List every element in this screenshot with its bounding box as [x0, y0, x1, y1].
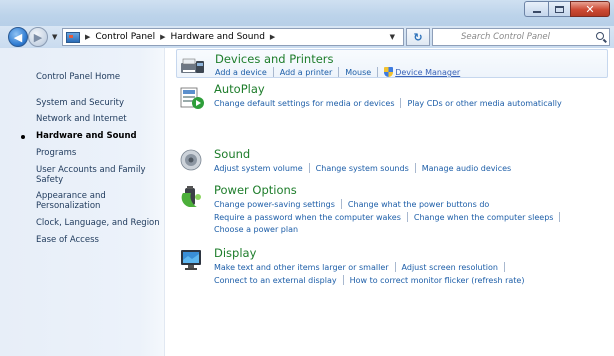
category-title[interactable]: Display — [214, 246, 256, 260]
link-add-device[interactable]: Add a device — [215, 68, 267, 77]
main-content: Devices and Printers Add a device Add a p… — [166, 48, 614, 356]
category-title[interactable]: Sound — [214, 147, 250, 161]
link-power-saving[interactable]: Change power-saving settings — [214, 200, 335, 209]
link-separator — [272, 67, 274, 77]
category-display[interactable]: Display Make text and other items larger… — [176, 246, 608, 288]
address-bar[interactable]: ▶ Control Panel ▶ Hardware and Sound ▶ ▼ — [62, 28, 404, 46]
sidebar: Control Panel Home System and Security N… — [0, 48, 165, 356]
link-separator — [338, 67, 340, 77]
maximize-icon — [549, 2, 570, 16]
category-sound[interactable]: Sound Adjust system volume Change system … — [176, 147, 608, 176]
breadcrumb-separator-icon[interactable]: ▶ — [160, 33, 165, 41]
link-text-size[interactable]: Make text and other items larger or smal… — [214, 263, 389, 272]
breadcrumb-separator-icon[interactable]: ▶ — [270, 33, 275, 41]
sidebar-item-appearance[interactable]: Appearance and Personalization — [36, 191, 128, 211]
category-autoplay[interactable]: AutoPlay Change default settings for med… — [176, 82, 608, 111]
control-panel-window: ✕ ◀ ▶ ▼ ▶ Control Panel ▶ Hardware and S… — [0, 0, 614, 356]
link-separator — [559, 212, 561, 222]
sidebar-item-clock-language-region[interactable]: Clock, Language, and Region — [36, 218, 161, 228]
back-button[interactable]: ◀ — [8, 27, 28, 47]
link-choose-power-plan[interactable]: Choose a power plan — [214, 225, 298, 234]
search-icon[interactable] — [596, 32, 604, 40]
link-add-printer[interactable]: Add a printer — [280, 68, 332, 77]
link-monitor-flicker[interactable]: How to correct monitor flicker (refresh … — [350, 276, 525, 285]
sidebar-item-hardware-and-sound[interactable]: Hardware and Sound — [36, 131, 161, 141]
display-icon — [181, 250, 201, 270]
minimize-button[interactable] — [524, 1, 548, 17]
power-options-icon — [181, 186, 201, 207]
link-power-buttons[interactable]: Change what the power buttons do — [348, 200, 489, 209]
link-change-default-settings[interactable]: Change default settings for media or dev… — [214, 99, 394, 108]
sidebar-item-network-and-internet[interactable]: Network and Internet — [36, 114, 161, 124]
link-computer-sleeps[interactable]: Change when the computer sleeps — [414, 213, 554, 222]
link-separator — [406, 212, 408, 222]
caption-buttons: ✕ — [524, 1, 610, 17]
autoplay-icon — [180, 87, 204, 109]
forward-button[interactable]: ▶ — [28, 27, 48, 47]
link-play-cds[interactable]: Play CDs or other media automatically — [407, 99, 561, 108]
breadcrumb-hardware-and-sound[interactable]: Hardware and Sound — [170, 32, 264, 42]
category-power-options[interactable]: Power Options Change power-saving settin… — [176, 183, 608, 237]
close-icon: ✕ — [585, 2, 595, 16]
link-manage-audio[interactable]: Manage audio devices — [422, 164, 511, 173]
category-title[interactable]: Power Options — [214, 183, 297, 197]
back-arrow-icon: ◀ — [13, 30, 23, 44]
category-links: Choose a power plan — [214, 225, 298, 234]
control-panel-icon — [66, 31, 80, 43]
refresh-icon: ↻ — [413, 30, 423, 44]
link-separator — [503, 262, 505, 272]
search-input[interactable] — [461, 29, 611, 45]
category-links: Adjust system volume Change system sounds… — [214, 163, 511, 173]
category-links: Make text and other items larger or smal… — [214, 262, 511, 272]
minimize-icon — [525, 2, 548, 16]
sidebar-item-user-accounts[interactable]: User Accounts and Family Safety — [36, 165, 148, 185]
breadcrumb-control-panel[interactable]: Control Panel — [95, 32, 155, 42]
category-title[interactable]: Devices and Printers — [215, 52, 334, 66]
address-dropdown-icon[interactable]: ▼ — [390, 33, 395, 41]
title-bar: ✕ — [0, 0, 614, 26]
link-mouse[interactable]: Mouse — [345, 68, 371, 77]
shield-icon — [384, 67, 394, 77]
link-screen-resolution[interactable]: Adjust screen resolution — [402, 263, 498, 272]
link-separator — [394, 262, 396, 272]
sidebar-item-programs[interactable]: Programs — [36, 148, 161, 158]
category-links: Connect to an external display How to cor… — [214, 275, 524, 285]
category-links: Require a password when the computer wak… — [214, 212, 566, 222]
navigation-bar: ◀ ▶ ▼ ▶ Control Panel ▶ Hardware and Sou… — [0, 26, 614, 48]
speaker-icon — [180, 149, 202, 171]
maximize-button[interactable] — [548, 1, 570, 17]
category-links: Change power-saving settings Change what … — [214, 199, 489, 209]
link-device-manager[interactable]: Device Manager — [395, 68, 460, 77]
link-adjust-volume[interactable]: Adjust system volume — [214, 164, 303, 173]
link-separator — [342, 275, 344, 285]
link-require-password[interactable]: Require a password when the computer wak… — [214, 213, 401, 222]
category-links: Add a device Add a printer Mouse Device Man… — [215, 67, 460, 77]
link-separator — [340, 199, 342, 209]
link-separator — [308, 163, 310, 173]
active-bullet-icon — [21, 135, 25, 139]
category-title[interactable]: AutoPlay — [214, 82, 265, 96]
link-change-sounds[interactable]: Change system sounds — [316, 164, 409, 173]
sidebar-item-ease-of-access[interactable]: Ease of Access — [36, 235, 161, 245]
close-button[interactable]: ✕ — [570, 1, 610, 17]
link-separator — [377, 67, 379, 77]
category-links: Change default settings for media or dev… — [214, 98, 562, 108]
search-box[interactable] — [432, 28, 611, 46]
refresh-button[interactable]: ↻ — [406, 28, 430, 46]
link-external-display[interactable]: Connect to an external display — [214, 276, 337, 285]
recent-pages-dropdown[interactable]: ▼ — [52, 33, 57, 41]
sidebar-item-control-panel-home[interactable]: Control Panel Home — [36, 72, 161, 82]
category-devices-and-printers[interactable]: Devices and Printers Add a device Add a p… — [176, 49, 608, 78]
sidebar-item-system-and-security[interactable]: System and Security — [36, 98, 161, 108]
link-separator — [414, 163, 416, 173]
forward-arrow-icon: ▶ — [33, 30, 43, 44]
link-separator — [400, 98, 402, 108]
devices-printers-icon — [181, 58, 204, 73]
breadcrumb-separator-icon[interactable]: ▶ — [85, 33, 90, 41]
